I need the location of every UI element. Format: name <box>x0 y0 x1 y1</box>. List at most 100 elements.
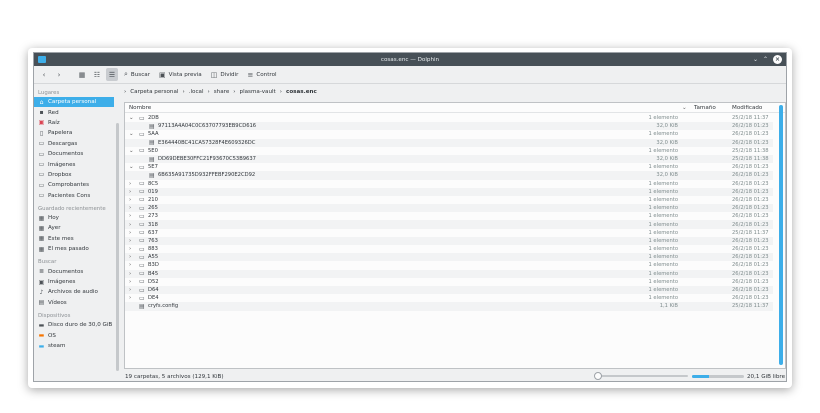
table-row[interactable]: › ▭ 763 1 elemento 26/2/18 01:23 <box>125 236 773 245</box>
table-row[interactable]: › ▭ A55 1 elemento 26/2/18 01:23 <box>125 253 773 262</box>
device-disco-duro[interactable]: ▬ Disco duro de 30,0 GiB <box>34 320 114 330</box>
place-comprobantes[interactable]: ▭ Comprobantes <box>34 180 114 190</box>
table-row[interactable]: › ▭ 273 1 elemento 26/2/18 01:23 <box>125 212 773 220</box>
chevron-right-icon[interactable]: › <box>129 213 131 219</box>
device-os[interactable]: ▬ OS <box>34 330 114 340</box>
breadcrumb-part[interactable]: plasma-vault <box>240 89 276 95</box>
table-row[interactable]: ⌄ ▭ 2DB 1 elemento 25/2/18 11:37 <box>125 114 773 122</box>
table-row[interactable]: ▤ 6B635A91735D932FFEBF290E2CD92 32,0 KiB 26… <box>125 171 773 180</box>
chevron-right-icon[interactable]: › <box>129 287 131 293</box>
place-search-imagenes[interactable]: ▣ Imágenes <box>34 277 114 287</box>
table-row[interactable]: ⌄ ▭ 5AA 1 elemento 26/2/18 01:23 <box>125 130 773 138</box>
places-scrollbar[interactable] <box>116 123 119 371</box>
table-row[interactable]: › ▭ 883 1 elemento 26/2/18 01:23 <box>125 245 773 253</box>
chevron-right-icon[interactable]: › <box>129 205 131 211</box>
table-row[interactable]: › ▭ 210 1 elemento 26/2/18 01:23 <box>125 196 773 204</box>
breadcrumb-part[interactable]: share <box>214 89 230 95</box>
place-search-audio[interactable]: ♪ Archivos de audio <box>34 287 114 297</box>
table-row[interactable]: › ▭ 019 1 elemento 26/2/18 01:23 <box>125 187 773 196</box>
chevron-right-icon[interactable]: › <box>129 189 131 195</box>
chevron-down-icon[interactable]: ⌄ <box>129 131 134 137</box>
control-button[interactable]: ≡ Control <box>244 68 279 81</box>
table-row[interactable]: ⌄ ▭ 5E0 1 elemento 25/2/18 11:38 <box>125 147 773 155</box>
chevron-right-icon[interactable]: › <box>129 254 131 260</box>
chevron-down-icon[interactable]: ⌄ <box>129 115 134 121</box>
preview-button[interactable]: ▣ Vista previa <box>156 68 205 81</box>
table-row[interactable]: ▤ DD69DEBE30FFC21F93670C53B9637 32,0 KiB 25… <box>125 154 773 164</box>
title-bar[interactable]: cosas.enc — Dolphin ⌄ ⌃ × <box>34 53 786 66</box>
search-button[interactable]: ⌕ Buscar <box>121 68 153 81</box>
breadcrumb-current[interactable]: cosas.enc <box>286 89 317 95</box>
table-row[interactable]: › ▭ 637 1 elemento 25/2/18 11:37 <box>125 229 773 237</box>
table-row[interactable]: › ▭ 8C5 1 elemento 26/2/18 01:23 <box>125 180 773 188</box>
column-modified[interactable]: Modificado <box>732 105 762 111</box>
column-name[interactable]: Nombre <box>129 105 151 111</box>
icons-view-button[interactable]: ▦ <box>76 68 88 81</box>
table-row[interactable]: ▤ E364440BC41CA57328F4E609326DC 32,0 KiB 26… <box>125 138 773 147</box>
device-steam[interactable]: ▬ steam <box>34 341 114 351</box>
chevron-right-icon[interactable]: › <box>129 262 131 268</box>
file-icon: ▤ <box>149 122 155 130</box>
table-row[interactable]: ⌄ ▭ 5E7 1 elemento 26/2/18 01:23 <box>125 163 773 171</box>
table-row[interactable]: › ▭ D52 1 elemento 26/2/18 01:23 <box>125 278 773 286</box>
zoom-slider[interactable] <box>594 372 688 380</box>
file-name: 883 <box>148 246 158 253</box>
file-view-scrollbar[interactable] <box>779 105 783 365</box>
chevron-down-icon[interactable]: ⌄ <box>129 164 134 170</box>
main-panel: › Carpeta personal › .local › share › pl… <box>122 85 786 381</box>
chevron-right-icon[interactable]: › <box>129 279 131 285</box>
chevron-right-icon[interactable]: › <box>129 197 131 203</box>
chevron-down-icon[interactable]: ⌄ <box>129 148 134 154</box>
place-este-mes[interactable]: ▦ Este mes <box>34 234 114 244</box>
place-red[interactable]: ▪ Red <box>34 107 114 117</box>
breadcrumb-part[interactable]: .local <box>189 89 204 95</box>
table-row[interactable]: › ▭ B3D 1 elemento 26/2/18 01:23 <box>125 261 773 269</box>
chevron-right-icon[interactable]: › <box>129 238 131 244</box>
sort-chevron-icon[interactable]: ⌄ <box>682 105 687 111</box>
split-button[interactable]: ◫ Dividir <box>208 68 242 81</box>
chevron-right-icon[interactable]: › <box>129 181 131 187</box>
place-dropbox[interactable]: ▭ Dropbox <box>34 170 114 180</box>
table-row[interactable]: › ▭ 265 1 elemento 26/2/18 01:23 <box>125 204 773 213</box>
chevron-right-icon[interactable]: › <box>129 230 131 236</box>
place-descargas[interactable]: ▭ Descargas <box>34 139 114 149</box>
place-raiz[interactable]: ▣ Raíz <box>34 118 114 128</box>
app-icon[interactable] <box>38 56 46 63</box>
maximize-icon[interactable]: ⌃ <box>763 56 768 63</box>
breadcrumb-part[interactable]: Carpeta personal <box>130 89 178 95</box>
table-row[interactable]: › ▭ B45 1 elemento 26/2/18 01:23 <box>125 269 773 278</box>
file-modified: 26/2/18 01:23 <box>732 172 769 179</box>
table-row[interactable]: ▤ 97113A4A04C0C63707793EB9CD616 32,0 KiB 26… <box>125 122 773 131</box>
place-carpeta-personal[interactable]: ⌂ Carpeta personal <box>34 97 114 108</box>
place-documentos[interactable]: ▭ Documentos <box>34 149 114 159</box>
table-row[interactable]: › ▭ D64 1 elemento 26/2/18 01:23 <box>125 285 773 295</box>
table-row[interactable]: › ▭ DE4 1 elemento 26/2/18 01:23 <box>125 294 773 302</box>
place-search-videos[interactable]: ▤ Vídeos <box>34 298 114 308</box>
chevron-right-icon[interactable]: › <box>129 295 131 301</box>
table-row[interactable]: ▤ cryfs.config 1,1 KiB 25/2/18 11:37 <box>125 302 773 311</box>
file-modified: 26/2/18 01:23 <box>732 287 769 294</box>
compact-view-button[interactable]: ☷ <box>91 68 103 81</box>
table-row[interactable]: › ▭ 318 1 elemento 26/2/18 01:23 <box>125 220 773 229</box>
place-el-mes-pasado[interactable]: ▦ El mes pasado <box>34 244 114 254</box>
place-pacientes-cons[interactable]: ▭ Pacientes Cons <box>34 191 114 201</box>
place-imagenes[interactable]: ▭ Imágenes <box>34 159 114 169</box>
back-button[interactable]: ‹ <box>38 68 50 81</box>
column-size[interactable]: Tamaño <box>694 105 716 111</box>
place-ayer[interactable]: ▦ Ayer <box>34 223 114 233</box>
place-search-documentos[interactable]: ≣ Documentos <box>34 266 114 276</box>
minimize-icon[interactable]: ⌄ <box>753 56 758 63</box>
file-size: 1 elemento <box>648 115 678 122</box>
forward-button[interactable]: › <box>53 68 65 81</box>
close-icon[interactable]: × <box>773 55 782 64</box>
zoom-slider-handle[interactable] <box>594 372 602 380</box>
details-view-button[interactable]: ☰ <box>106 68 118 81</box>
file-name: 6B635A91735D932FFEBF290E2CD92 <box>158 172 256 179</box>
file-modified: 26/2/18 01:23 <box>732 237 769 244</box>
chevron-right-icon[interactable]: › <box>129 246 131 252</box>
chevron-right-icon[interactable]: › <box>129 222 131 228</box>
file-view[interactable]: Nombre ⌄ Tamaño Modificado ⌄ ▭ 2DB 1 elemen… <box>124 102 786 369</box>
place-papelera[interactable]: ▯ Papelera <box>34 128 114 138</box>
place-hoy[interactable]: ▦ Hoy <box>34 213 114 223</box>
chevron-right-icon[interactable]: › <box>129 271 131 277</box>
